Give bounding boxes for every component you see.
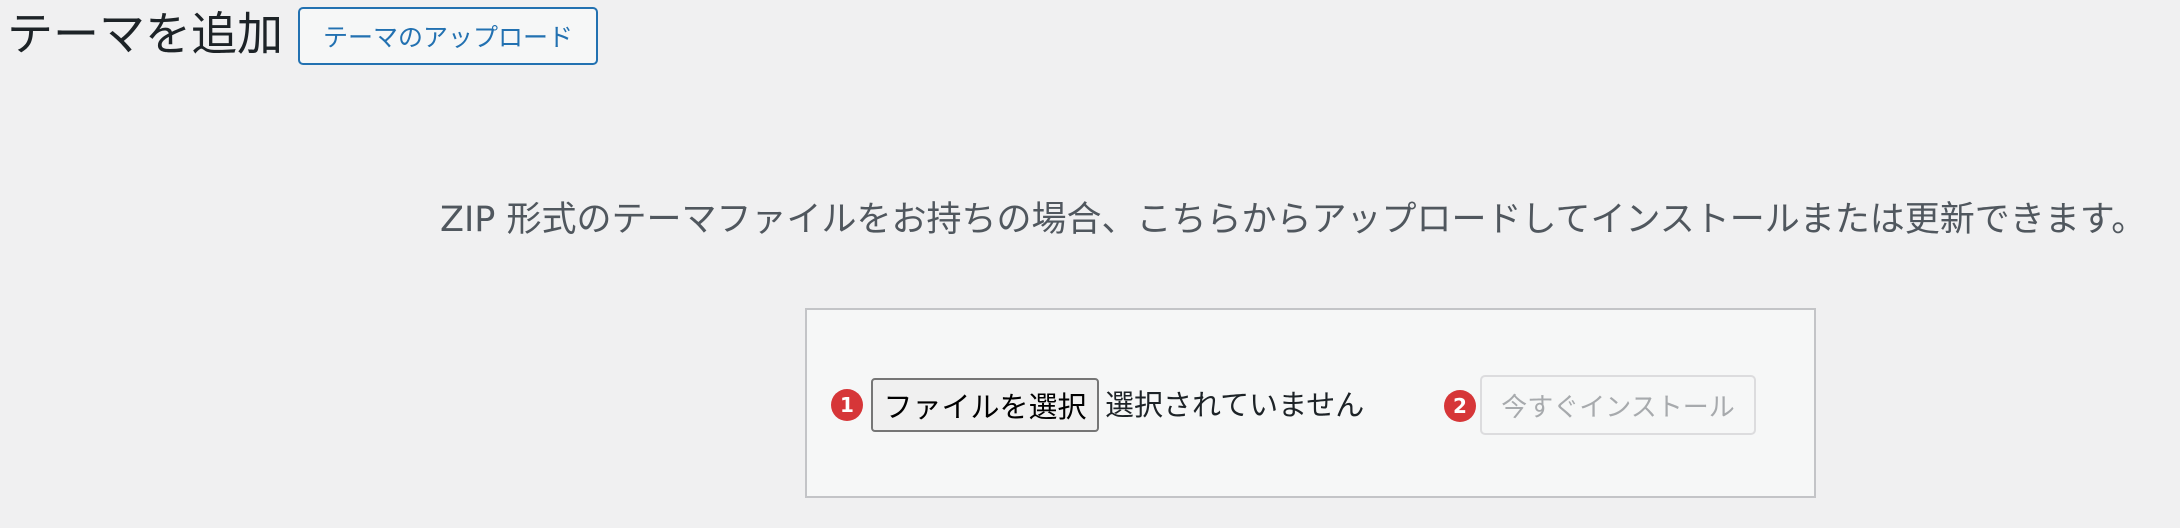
upload-theme-button[interactable]: テーマのアップロード [298, 7, 598, 65]
step-one-badge-icon: 1 [831, 389, 863, 421]
upload-form: 1 ファイルを選択 選択されていません 2 今すぐインストール [805, 308, 1816, 498]
install-now-button[interactable]: 今すぐインストール [1480, 375, 1756, 435]
step-two-badge-icon: 2 [1444, 390, 1476, 422]
upload-help-text: ZIP 形式のテーマファイルをお持ちの場合、こちらからアップロードしてインストー… [440, 200, 2147, 240]
file-status-text: 選択されていません [1105, 388, 1365, 422]
choose-file-button[interactable]: ファイルを選択 [871, 378, 1099, 432]
page-title: テーマを追加 [7, 7, 283, 61]
